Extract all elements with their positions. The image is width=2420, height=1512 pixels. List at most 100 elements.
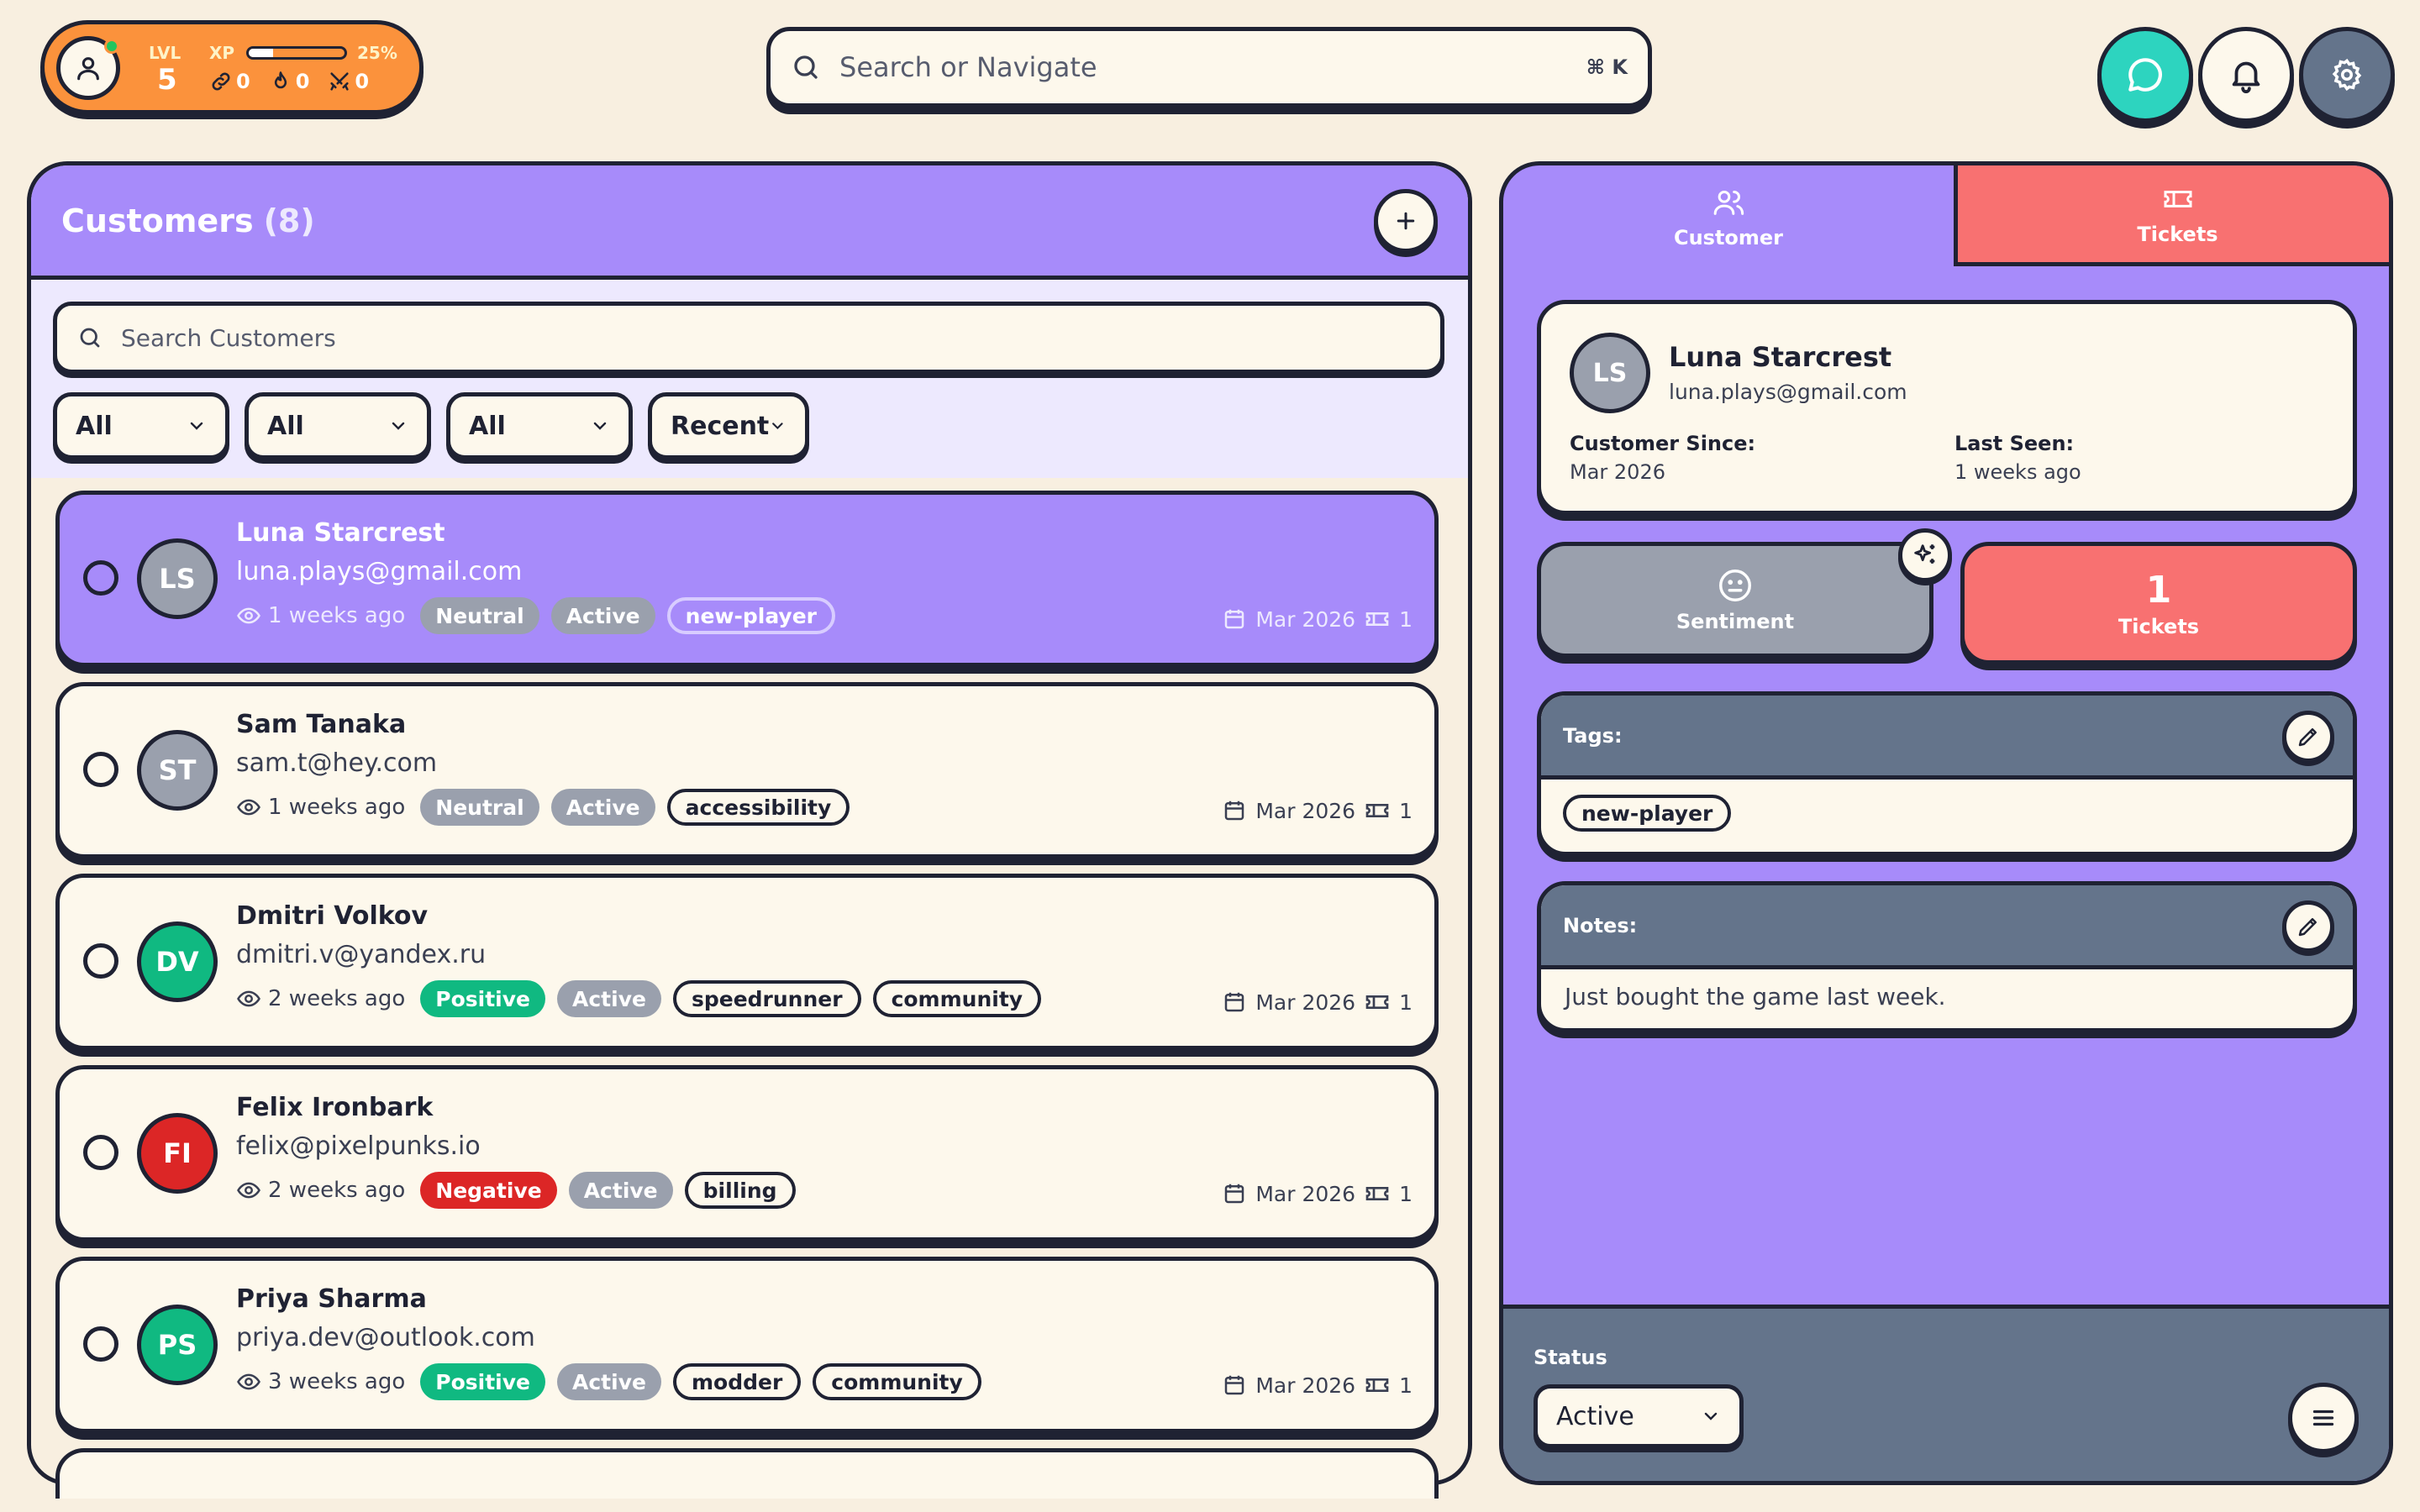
customer-card[interactable]: LS Luna Starcrest luna.plays@gmail.com 1… [55, 491, 1439, 667]
customer-since-label: Customer Since: [1570, 432, 1756, 455]
player-stats: 0 0 0 [209, 70, 369, 93]
sentiment-badge: Neutral [420, 789, 539, 826]
avatar-initials: FI [163, 1137, 192, 1169]
filter-dropdown-1[interactable]: All [53, 392, 229, 459]
card-meta-right: Mar 2026 1 [1222, 1372, 1413, 1399]
customer-card[interactable]: DV Dmitri Volkov dmitri.v@yandex.ru 2 we… [55, 874, 1439, 1050]
customer-card-partial[interactable] [55, 1448, 1439, 1499]
status-dropdown-value: Active [1556, 1401, 1634, 1431]
sentiment-badge: Negative [420, 1172, 557, 1209]
status-badge: Active [568, 1172, 673, 1209]
settings-button[interactable] [2299, 27, 2395, 123]
calendar-icon [1225, 801, 1244, 821]
filter-dropdown-2[interactable]: All [245, 392, 431, 459]
ai-sentiment-button[interactable] [1898, 528, 1952, 582]
select-radio[interactable] [83, 1135, 118, 1170]
select-radio[interactable] [83, 1326, 118, 1362]
customer-name: Dmitri Volkov [236, 901, 429, 931]
tag-list: billing [684, 1172, 796, 1209]
flame-icon [274, 71, 287, 89]
last-seen: 2 weeks ago [236, 1178, 405, 1203]
tag-list: speedrunner community [672, 980, 1042, 1017]
edit-notes-button[interactable] [2282, 900, 2334, 953]
customer-card[interactable]: FI Felix Ironbark felix@pixelpunks.io 2 … [55, 1065, 1439, 1242]
edit-tags-button[interactable] [2282, 711, 2334, 763]
customer-filters: Search Customers All All All Recent [31, 280, 1468, 478]
status-badge: Active [557, 1363, 661, 1400]
customer-name: Luna Starcrest [236, 518, 445, 548]
notifications-button[interactable] [2198, 27, 2294, 123]
sentiment-button[interactable]: Sentiment [1537, 542, 1933, 658]
global-search-placeholder: Search or Navigate [839, 51, 1097, 83]
tag-pill: modder [672, 1363, 802, 1400]
status-label: Status [1534, 1346, 1607, 1369]
customer-email: luna.plays@gmail.com [236, 557, 523, 586]
user-icon [77, 57, 99, 81]
search-icon [794, 55, 818, 79]
more-actions-button[interactable] [2288, 1383, 2359, 1453]
avatar-initials: PS [157, 1329, 197, 1361]
customer-name: Priya Sharma [236, 1284, 427, 1314]
ticket-count: 1 [1399, 1373, 1413, 1398]
bell-icon [2232, 61, 2260, 94]
card-meta-right: Mar 2026 1 [1222, 606, 1413, 633]
sparkles-icon [1914, 544, 1935, 564]
customer-meta: 1 weeks ago Neutral Active accessibility [236, 789, 850, 826]
customer-meta: 1 weeks ago Neutral Active new-player [236, 597, 836, 634]
ticket-icon [1365, 1187, 1389, 1200]
ticket-icon [1365, 1378, 1389, 1392]
chevron-down-icon [190, 422, 203, 430]
customer-detail-panel: Customer Tickets LS Luna Starcrest luna.… [1499, 161, 2393, 1485]
tag-pill: community [872, 980, 1042, 1017]
user-avatar-button[interactable] [56, 36, 120, 100]
tab-tickets[interactable]: Tickets [1954, 165, 2389, 266]
customer-avatar: PS [137, 1305, 218, 1385]
swords-icon [330, 72, 350, 91]
customers-count: (8) [263, 202, 315, 239]
avatar-initials: ST [158, 754, 197, 786]
tag-pill: accessibility [666, 789, 850, 826]
last-seen-text: 1 weeks ago [268, 795, 406, 820]
status-footer: Status Active [1503, 1305, 2389, 1481]
filter-dropdown-2-value: All [267, 411, 304, 441]
select-radio[interactable] [83, 752, 118, 787]
last-seen-text: 2 weeks ago [268, 1178, 406, 1203]
customer-search-input[interactable]: Search Customers [53, 302, 1444, 374]
sort-dropdown-value: Recent [671, 411, 770, 441]
filter-dropdowns: All All All Recent [53, 392, 809, 459]
tickets-count: 1 [2145, 568, 2172, 612]
tab-customer[interactable]: Customer [1503, 165, 1954, 270]
search-icon [80, 328, 100, 348]
sentiment-badge: Positive [420, 1363, 546, 1400]
ticket-count: 1 [1399, 990, 1413, 1015]
customer-since-date: Mar 2026 [1255, 1181, 1356, 1206]
customer-card[interactable]: PS Priya Sharma priya.dev@outlook.com 3 … [55, 1257, 1439, 1433]
detail-tag-list: new-player [1541, 780, 2353, 847]
notes-title: Notes: [1563, 913, 1638, 937]
detail-tag: new-player [1563, 795, 1732, 832]
sentiment-badge: Neutral [420, 597, 539, 634]
customer-meta: 2 weeks ago Positive Active speedrunner c… [236, 980, 1042, 1017]
stat-swords-value: 0 [355, 70, 370, 93]
filter-dropdown-3[interactable]: All [446, 392, 633, 459]
last-seen-text: 3 weeks ago [268, 1369, 406, 1394]
global-search-bar[interactable]: Search or Navigate ⌘ K [766, 27, 1652, 108]
chevron-down-icon [1704, 1412, 1718, 1420]
sort-dropdown[interactable]: Recent [648, 392, 809, 459]
player-level-chip[interactable]: LVL 5 XP 25% 0 0 0 [40, 20, 424, 114]
ticket-count: 1 [1399, 606, 1413, 632]
select-radio[interactable] [83, 560, 118, 596]
menu-icon [2312, 1410, 2334, 1426]
chat-button[interactable] [2097, 27, 2193, 123]
notes-section: Notes: Just bought the game last week. [1537, 881, 2357, 1032]
stat-link: 0 [209, 70, 250, 93]
sentiment-badge: Positive [420, 980, 546, 1017]
tag-list: new-player [666, 597, 836, 634]
profile-initials: LS [1592, 358, 1628, 388]
tag-pill: community [813, 1363, 981, 1400]
tickets-summary-button[interactable]: 1 Tickets [1960, 542, 2357, 664]
add-customer-button[interactable] [1374, 189, 1438, 253]
select-radio[interactable] [83, 943, 118, 979]
customer-card[interactable]: ST Sam Tanaka sam.t@hey.com 1 weeks ago … [55, 682, 1439, 858]
status-dropdown[interactable]: Active [1534, 1384, 1744, 1448]
